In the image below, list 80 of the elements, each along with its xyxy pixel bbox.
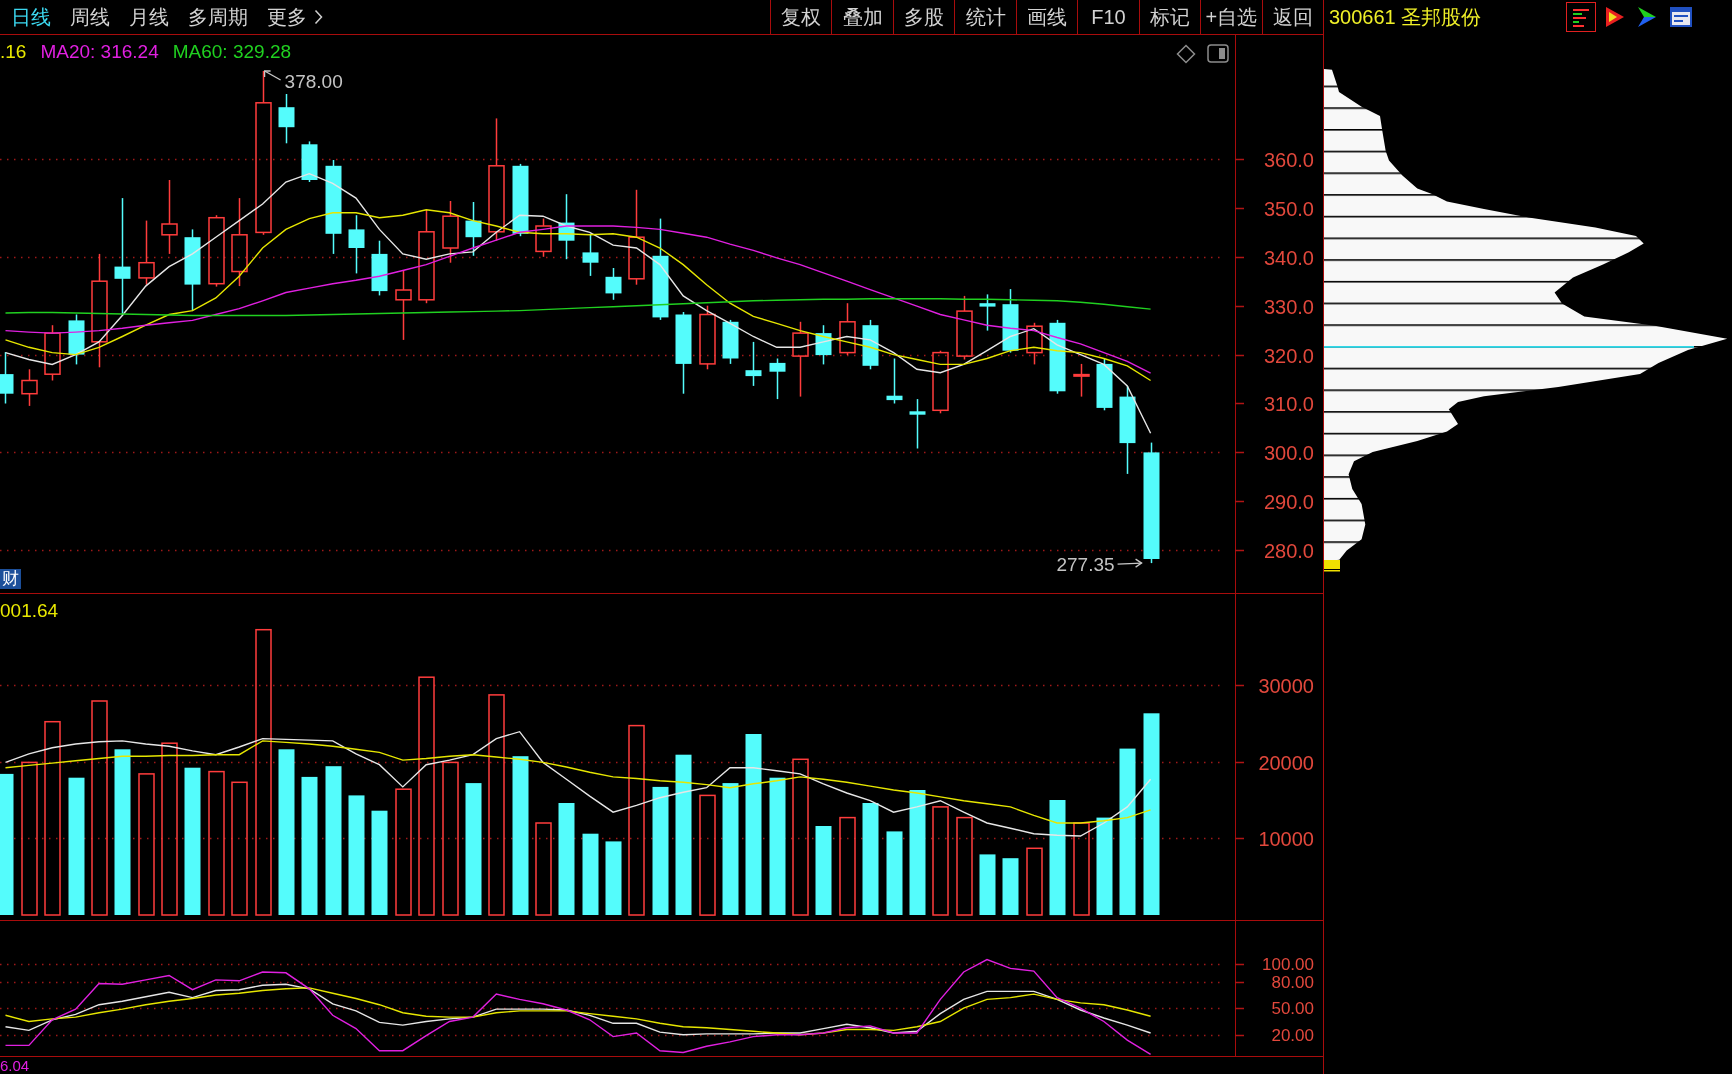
period-tab[interactable]: 日线 <box>11 4 51 30</box>
candlestick <box>932 349 949 415</box>
triangle-icon <box>1605 6 1625 28</box>
candlestick <box>1026 322 1043 366</box>
candlestick <box>44 324 61 382</box>
period-tab[interactable]: 多周期 <box>188 4 248 30</box>
candlestick <box>1002 288 1019 354</box>
candlestick <box>909 398 926 450</box>
axis-label: 340.0 <box>1263 246 1314 269</box>
candlestick <box>605 267 622 301</box>
candlestick <box>699 304 716 371</box>
candlestick <box>442 200 459 264</box>
toolbar-button[interactable]: 复权 <box>770 0 832 34</box>
legend-value: .16 <box>0 41 27 63</box>
axis-label: 310.0 <box>1263 392 1314 415</box>
candlestick <box>862 319 879 371</box>
toolbar-button[interactable]: 标记 <box>1138 0 1201 34</box>
axis-label: 350.0 <box>1263 197 1314 220</box>
arrowhead-icon <box>1637 6 1657 28</box>
candlestick <box>722 319 739 365</box>
candlestick <box>348 214 365 275</box>
candlestick <box>278 93 295 145</box>
chevron-right-icon <box>314 9 323 25</box>
candlestick <box>21 368 38 407</box>
stock-title: 300661 圣邦股份 <box>1329 4 1482 30</box>
candlestick <box>956 295 973 361</box>
more-menu-button[interactable]: 更多 <box>267 4 323 30</box>
tag: 财 <box>0 569 21 589</box>
candlestick <box>1096 357 1113 412</box>
candlestick <box>815 324 832 366</box>
high-price-label: 378.00 <box>284 70 343 92</box>
legend-value: MA60: 329.28 <box>172 41 292 63</box>
axis-label: 20000 <box>1258 751 1314 774</box>
candlestick <box>582 233 599 277</box>
legend-value: MA20: 316.24 <box>40 41 159 63</box>
diamond-icon[interactable] <box>1176 44 1196 64</box>
axis-label: 10000 <box>1258 827 1314 850</box>
axis-label: 50.00 <box>1271 999 1314 1018</box>
candlestick <box>395 269 412 341</box>
candlestick <box>301 140 318 183</box>
axis-label: 280.0 <box>1263 539 1314 562</box>
toolbar-button[interactable]: 叠加 <box>831 0 893 34</box>
period-tab[interactable]: 周线 <box>70 4 110 30</box>
window-icon <box>1669 6 1693 28</box>
candlestick <box>1073 363 1090 398</box>
toolbar-button[interactable]: 统计 <box>954 0 1016 34</box>
candlestick <box>68 313 85 366</box>
axis-label: 300.0 <box>1263 441 1314 464</box>
candlestick <box>371 239 388 297</box>
axis-label: 330.0 <box>1263 295 1314 318</box>
low-price-label: 277.35 <box>1056 553 1115 575</box>
legend-value: 001.64 <box>0 600 59 622</box>
axis-label: 80.00 <box>1271 973 1314 992</box>
candlestick <box>745 341 762 387</box>
axis-label: 30000 <box>1258 674 1314 697</box>
axis-label: 290.0 <box>1263 490 1314 513</box>
axis-label: 360.0 <box>1263 148 1314 171</box>
tool-button[interactable] <box>1566 2 1596 32</box>
candlestick <box>138 219 155 286</box>
candlestick <box>839 302 856 356</box>
axis-label: 320.0 <box>1263 344 1314 367</box>
axis-label: 100.00 <box>1262 955 1314 974</box>
candlestick <box>535 217 552 258</box>
toolbar-button[interactable]: F10 <box>1077 0 1139 34</box>
candlestick <box>465 201 482 257</box>
legend-value: 6.04 <box>0 1057 30 1074</box>
candlestick <box>558 193 575 260</box>
axis-label: 20.00 <box>1271 1026 1314 1045</box>
toolbar-button[interactable]: 返回 <box>1261 0 1323 34</box>
panel-toggle-icon[interactable] <box>1207 44 1229 63</box>
candlestick <box>0 351 14 405</box>
leader-arrow <box>1116 558 1143 568</box>
candlestick <box>979 293 996 332</box>
candlestick <box>886 357 903 405</box>
toolbar-button[interactable]: 多股 <box>892 0 955 34</box>
leader-arrow <box>263 70 282 81</box>
period-tab[interactable]: 月线 <box>129 4 169 30</box>
candlestick <box>769 357 786 400</box>
toolbar-button[interactable]: 画线 <box>1015 0 1078 34</box>
toolbar-button[interactable]: +自选 <box>1200 0 1262 34</box>
